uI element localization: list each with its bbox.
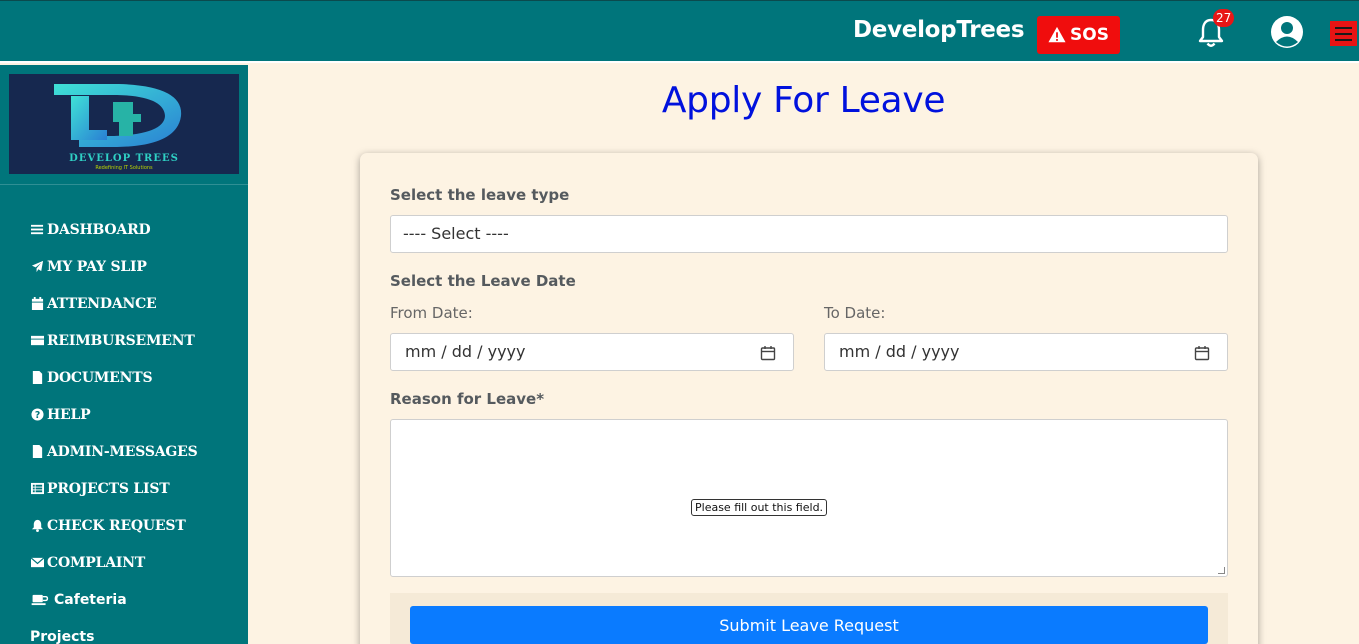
notification-badge: 27 [1213,9,1235,27]
sos-button[interactable]: SOS [1037,16,1120,54]
envelope-icon [30,556,44,570]
logo-mark-icon [54,84,182,147]
sidebar-item-attendance[interactable]: ATTENDANCE [30,285,198,322]
sidebar-item-label: REIMBURSEMENT [47,332,195,349]
calendar-icon [30,297,44,311]
sidebar-item-label: MY PAY SLIP [47,258,147,275]
sidebar-item-label: Cafeteria [54,591,127,608]
file-icon [30,445,44,459]
sidebar-item-projects-list[interactable]: PROJECTS LIST [30,470,198,507]
sidebar-item-cafeteria[interactable]: Cafeteria [30,581,198,618]
sidebar-item-label: HELP [47,406,91,423]
sidebar-item-label: DOCUMENTS [47,369,153,386]
sidebar-item-label: DASHBOARD [47,221,151,238]
question-circle-icon: ? [30,408,44,422]
sidebar: DEVELOP TREES Redefining IT Solutions DA… [0,65,248,644]
svg-text:?: ? [34,410,39,421]
page-title: Apply For Leave [661,80,946,121]
sidebar-item-my-pay-slip[interactable]: MY PAY SLIP [30,248,198,285]
sidebar-item-complaint[interactable]: COMPLAINT [30,544,198,581]
list-alt-icon [30,482,44,496]
sidebar-item-label: ATTENDANCE [47,295,157,312]
from-date-label: From Date: [390,304,473,322]
logo-name: DEVELOP TREES [69,153,179,164]
calendar-icon[interactable] [1194,345,1210,361]
calendar-icon[interactable] [760,345,776,361]
sidebar-item-label: ADMIN-MESSAGES [47,443,198,460]
leave-date-label: Select the Leave Date [390,272,576,290]
bell-icon [30,519,44,533]
sidebar-item-admin-messages[interactable]: ADMIN-MESSAGES [30,433,198,470]
sidebar-item-help[interactable]: ? HELP [30,396,198,433]
sidebar-item-projects[interactable]: Projects [30,618,198,644]
brand-name[interactable]: DevelopTrees [853,17,1025,43]
credit-card-icon [30,334,44,348]
sidebar-item-documents[interactable]: DOCUMENTS [30,359,198,396]
sidebar-divider [0,184,248,185]
from-date-input[interactable]: mm / dd / yyyy [390,333,794,371]
warning-icon [1048,26,1066,43]
sidebar-item-check-request[interactable]: CHECK REQUEST [30,507,198,544]
coffee-icon [30,593,50,607]
leave-type-select[interactable]: ---- Select ---- [390,215,1228,253]
hamburger-menu-button[interactable] [1330,21,1357,46]
paper-plane-icon [30,260,44,274]
to-date-input[interactable]: mm / dd / yyyy [824,333,1228,371]
sidebar-nav: DASHBOARD MY PAY SLIP ATTENDANCE REIMBUR… [30,211,198,644]
to-date-placeholder: mm / dd / yyyy [839,342,960,361]
list-icon [30,223,44,237]
sidebar-item-label: COMPLAINT [47,554,146,571]
file-icon [30,371,44,385]
reason-textarea[interactable]: Please fill out this field. [390,419,1228,577]
to-date-label: To Date: [824,304,886,322]
from-date-placeholder: mm / dd / yyyy [405,342,526,361]
logo-tagline: Redefining IT Solutions [95,165,153,171]
submit-leave-button[interactable]: Submit Leave Request [410,606,1208,644]
sidebar-item-label: CHECK REQUEST [47,517,186,534]
leave-type-label: Select the leave type [390,186,570,204]
sos-label: SOS [1070,25,1109,45]
top-navbar: DevelopTrees SOS 27 [0,0,1359,63]
company-logo[interactable]: DEVELOP TREES Redefining IT Solutions [9,74,239,174]
sidebar-item-reimbursement[interactable]: REIMBURSEMENT [30,322,198,359]
sidebar-item-label: Projects [30,628,95,644]
sidebar-item-dashboard[interactable]: DASHBOARD [30,211,198,248]
leave-form-card: Select the leave type ---- Select ---- S… [360,153,1258,644]
reason-label: Reason for Leave* [390,390,545,408]
validation-tooltip: Please fill out this field. [691,499,828,516]
resize-handle-icon[interactable] [1218,567,1225,574]
user-avatar-icon[interactable] [1270,15,1304,49]
sidebar-item-label: PROJECTS LIST [47,480,170,497]
